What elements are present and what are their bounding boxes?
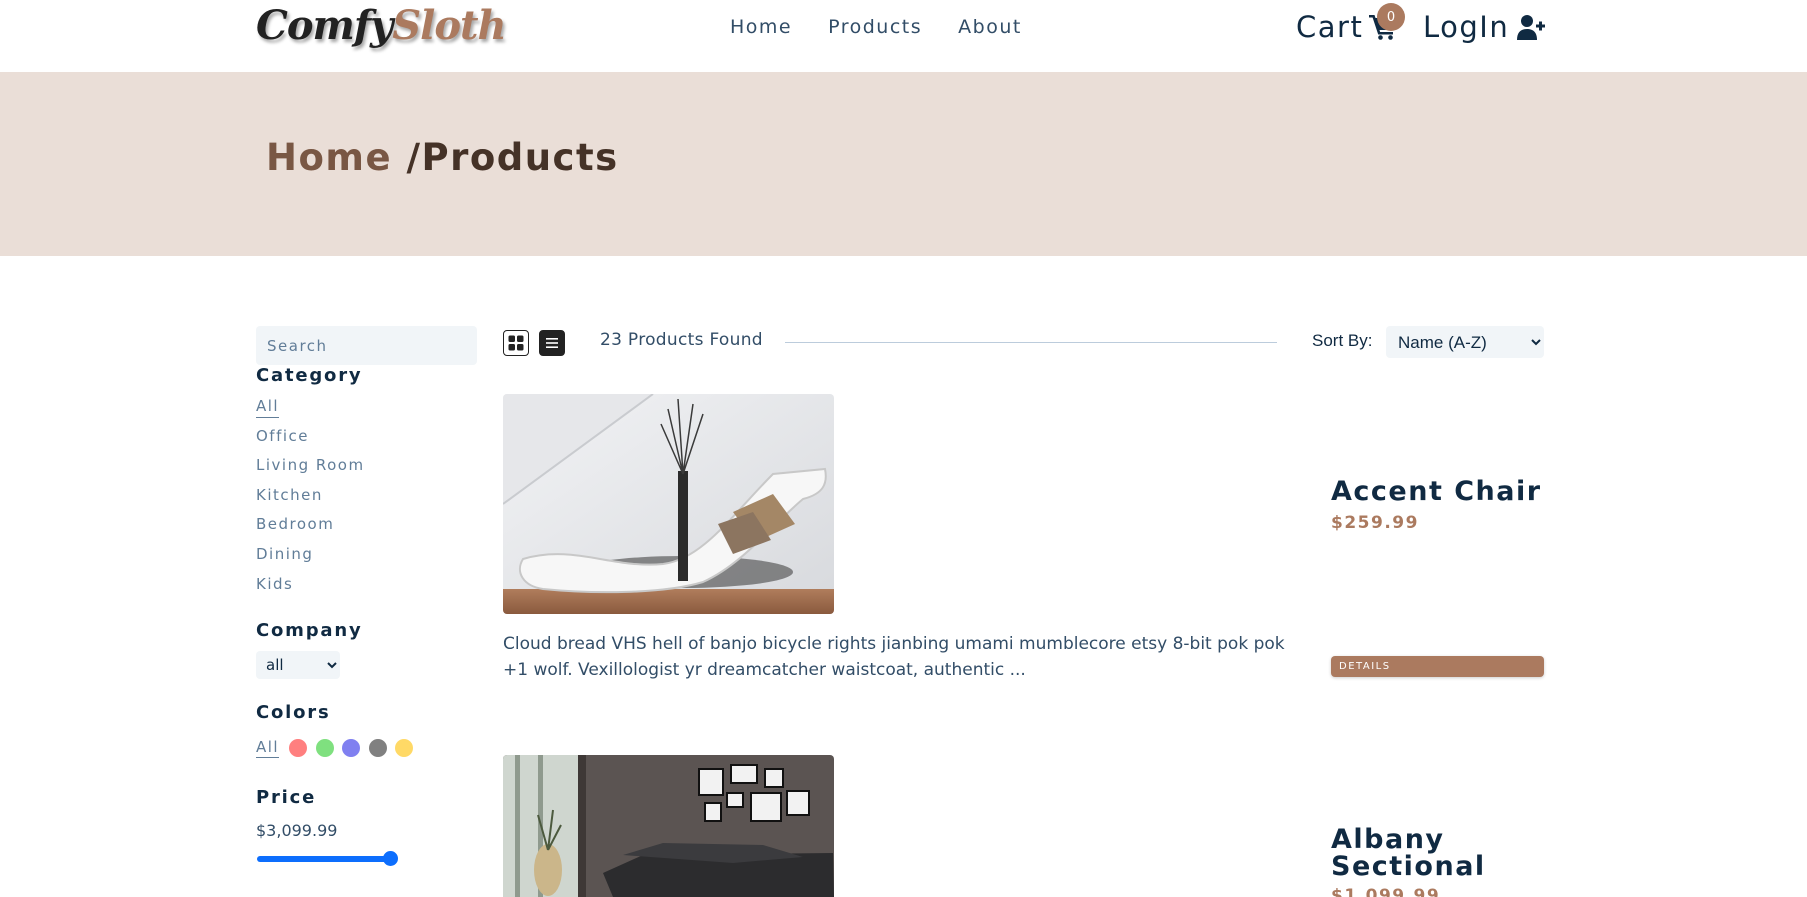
nav-links: Home Products About — [730, 16, 1022, 38]
product-price: $1,099.99 — [1331, 886, 1441, 897]
login-button[interactable]: LogIn — [1423, 10, 1546, 44]
color-swatches: All — [256, 738, 422, 758]
color-swatch-yellow[interactable] — [395, 739, 414, 757]
breadcrumb-home-link[interactable]: Home — [266, 136, 392, 179]
site-logo[interactable]: ComfySloth — [256, 2, 507, 49]
color-swatch-blue[interactable] — [342, 739, 361, 757]
price-value: $3,099.99 — [256, 821, 338, 840]
category-all[interactable]: All — [256, 397, 280, 418]
nav-link-products[interactable]: Products — [828, 16, 922, 38]
navbar: ComfySloth Home Products About Cart 0 Lo… — [0, 0, 1807, 72]
category-office[interactable]: Office — [256, 427, 309, 445]
category-bedroom[interactable]: Bedroom — [256, 515, 334, 533]
price-slider-thumb[interactable] — [383, 851, 398, 866]
color-swatch-gray[interactable] — [368, 739, 387, 757]
user-plus-icon — [1517, 15, 1546, 40]
sort-label: Sort By: — [1312, 331, 1373, 350]
product-name: Accent Chair — [1331, 476, 1542, 507]
company-select[interactable]: all — [256, 651, 340, 679]
price-slider[interactable] — [257, 851, 398, 866]
product-description: Cloud bread VHS hell of banjo bicycle ri… — [503, 634, 1285, 680]
login-label: LogIn — [1423, 10, 1510, 44]
price-slider-track — [257, 856, 391, 862]
page-hero: Home /Products — [0, 72, 1807, 256]
breadcrumb-current: /Products — [406, 136, 619, 179]
product-image-albany-sectional — [503, 755, 834, 897]
color-all-button[interactable]: All — [256, 738, 280, 758]
logo-text-sloth: Sloth — [392, 2, 506, 49]
category-dining[interactable]: Dining — [256, 545, 313, 563]
color-swatch-red[interactable] — [289, 739, 308, 757]
grid-view-button[interactable] — [503, 330, 529, 356]
breadcrumb: Home /Products — [266, 136, 619, 179]
nav-link-about[interactable]: About — [958, 16, 1022, 38]
nav-link-home[interactable]: Home — [730, 16, 792, 38]
list-view-button[interactable] — [539, 330, 565, 356]
product-image-accent-chair — [503, 394, 834, 614]
color-swatch-green[interactable] — [315, 739, 334, 757]
product-name-continued: Sectional — [1331, 851, 1486, 882]
category-kitchen[interactable]: Kitchen — [256, 486, 323, 504]
products-found-count: 23 Products Found — [600, 330, 763, 350]
search-input[interactable] — [256, 326, 477, 365]
list-icon — [546, 338, 558, 348]
logo-text-comfy: Comfy — [256, 2, 393, 49]
details-button[interactable]: DETAILS — [1331, 656, 1544, 677]
company-heading: Company — [256, 620, 363, 641]
category-heading: Category — [256, 365, 363, 386]
cart-count-badge: 0 — [1377, 3, 1405, 31]
colors-heading: Colors — [256, 702, 331, 723]
category-kids[interactable]: Kids — [256, 575, 293, 593]
product-price: $259.99 — [1331, 513, 1419, 533]
price-heading: Price — [256, 787, 317, 808]
toolbar-divider — [785, 342, 1277, 343]
category-living-room[interactable]: Living Room — [256, 456, 365, 474]
product-name: Albany — [1331, 824, 1445, 855]
cart-label: Cart — [1296, 10, 1364, 44]
grid-icon — [508, 335, 524, 351]
sort-select[interactable]: Name (A-Z) — [1386, 326, 1544, 358]
